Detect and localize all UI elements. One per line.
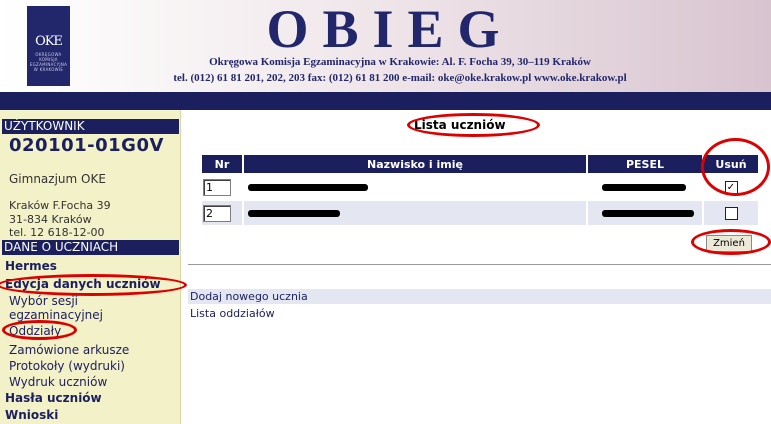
delete-cell: ✓: [704, 175, 758, 199]
sidebar-item-edit-student-data[interactable]: Edycja danych uczniów: [5, 277, 161, 291]
contact-info: tel. (012) 61 81 201, 202, 203 fax: (012…: [173, 72, 627, 84]
sidebar-item-print-students[interactable]: Wydruk uczniów: [9, 375, 107, 389]
school-phone: tel. 12 618-12-00: [9, 226, 105, 239]
change-button[interactable]: Zmień: [706, 235, 752, 252]
school-address-line-1: Kraków F.Focha 39: [9, 199, 111, 212]
nr-cell: [202, 201, 242, 225]
delete-checkbox[interactable]: [724, 206, 738, 220]
school-name: Gimnazjum OKE: [9, 172, 106, 186]
pesel-cell: [588, 175, 702, 199]
name-cell: [244, 175, 586, 199]
page-header: OKE OKRĘGOWA KOMISJA EGZAMINACYJNA W KRA…: [0, 0, 771, 92]
sidebar: UŻYTKOWNIK 020101-01G0V Gimnazjum OKE Kr…: [0, 110, 187, 424]
delete-checkbox[interactable]: ✓: [724, 180, 738, 194]
class-list-link[interactable]: Lista oddziałów: [188, 306, 771, 321]
nav-bar: [0, 92, 771, 110]
page-title: Lista uczniów: [414, 118, 506, 132]
user-heading: UŻYTKOWNIK: [2, 119, 179, 134]
col-header-nr: Nr: [202, 155, 242, 173]
sidebar-item-classes[interactable]: Oddziały: [9, 324, 61, 338]
add-student-link[interactable]: Dodaj nowego ucznia: [188, 289, 771, 304]
sidebar-item-applications[interactable]: Wnioski: [5, 408, 58, 422]
nr-input[interactable]: [203, 178, 231, 196]
redacted-pesel: [602, 183, 686, 191]
school-address-line-2: 31-834 Kraków: [9, 213, 92, 226]
col-header-pesel: PESEL: [588, 155, 702, 173]
students-table: Nr Nazwisko i imię PESEL Usuń ✓: [200, 153, 760, 227]
divider: [188, 264, 771, 265]
table-row: [202, 201, 758, 225]
user-code: 020101-01G0V: [9, 135, 164, 156]
sidebar-item-ordered-sheets[interactable]: Zamówione arkusze: [9, 343, 129, 357]
sidebar-item-exam-session-cont[interactable]: egzaminacyjnej: [9, 308, 103, 322]
redacted-pesel: [602, 209, 694, 217]
nr-input[interactable]: [203, 204, 231, 222]
redacted-name: [248, 183, 368, 191]
col-header-delete: Usuń: [704, 155, 758, 173]
delete-cell: [704, 201, 758, 225]
main-content: Lista uczniów Nr Nazwisko i imię PESEL U…: [182, 110, 771, 424]
name-cell: [244, 201, 586, 225]
sidebar-item-protocols[interactable]: Protokoły (wydruki): [9, 359, 125, 373]
redacted-name: [248, 209, 340, 217]
sidebar-item-exam-session[interactable]: Wybór sesji: [9, 294, 78, 308]
organization-address: Okręgowa Komisja Egzaminacyjna w Krakowi…: [209, 56, 591, 68]
table-row: ✓: [202, 175, 758, 199]
section-heading-students: DANE O UCZNIACH: [2, 240, 179, 255]
site-title: OBIEG: [266, 0, 514, 59]
logo-caption: OKRĘGOWA KOMISJA EGZAMINACYJNA W KRAKOWI…: [29, 52, 68, 72]
nr-cell: [202, 175, 242, 199]
sidebar-item-student-passwords[interactable]: Hasła uczniów: [5, 391, 102, 405]
logo-glyph: OKE: [35, 34, 63, 49]
oke-logo: OKE OKRĘGOWA KOMISJA EGZAMINACYJNA W KRA…: [27, 6, 70, 86]
col-header-name: Nazwisko i imię: [244, 155, 586, 173]
pesel-cell: [588, 201, 702, 225]
sidebar-item-hermes[interactable]: Hermes: [5, 259, 57, 273]
